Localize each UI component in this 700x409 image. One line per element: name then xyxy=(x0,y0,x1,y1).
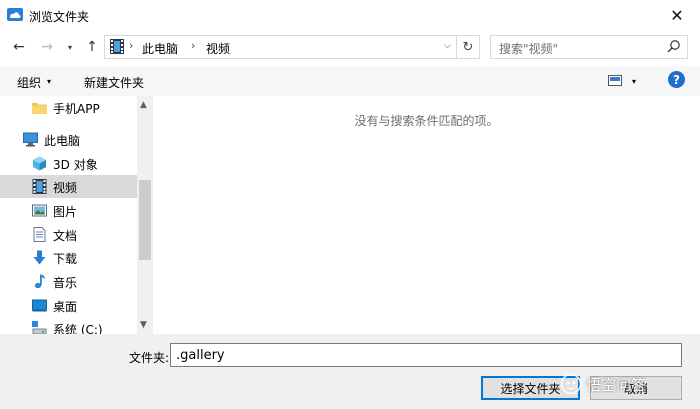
back-button[interactable]: ← xyxy=(10,37,28,57)
videos-icon xyxy=(110,39,124,54)
chevron-down-icon[interactable]: ▾ xyxy=(47,77,51,86)
app-icon xyxy=(7,8,23,21)
forward-button[interactable]: → xyxy=(38,37,56,57)
sidebar-item-label: 文档 xyxy=(53,229,78,243)
folder-icon xyxy=(32,103,47,114)
sidebar-item-videos[interactable]: 视频 xyxy=(0,175,137,198)
folder-content-area[interactable]: 没有与搜索条件匹配的项。 xyxy=(153,96,700,334)
watermark-text: 悟空问答 xyxy=(586,375,647,394)
search-input[interactable]: 搜索"视频" xyxy=(490,35,688,59)
refresh-icon: ↻ xyxy=(462,39,474,55)
up-arrow-icon: ↑ xyxy=(86,39,98,55)
sidebar-item-label: 3D 对象 xyxy=(53,158,98,172)
sidebar-item-3d-objects[interactable]: 3D 对象 xyxy=(0,152,137,175)
computer-icon xyxy=(23,132,38,147)
close-button[interactable]: ✕ xyxy=(662,4,692,26)
sidebar-item-label: 手机APP xyxy=(53,102,100,116)
close-icon: ✕ xyxy=(670,5,684,25)
navigation-pane[interactable]: 手机APP 此电脑 3D 对象 视频 图片 文档 下载 音乐 桌面 系统 (C:… xyxy=(0,96,153,334)
up-button[interactable]: ↑ xyxy=(84,37,100,57)
title-bar: 浏览文件夹 ✕ xyxy=(0,0,700,30)
breadcrumb-separator: › xyxy=(129,39,134,52)
drive-icon xyxy=(32,321,47,334)
sidebar-item-label: 下载 xyxy=(53,252,78,266)
empty-folder-message: 没有与搜索条件匹配的项。 xyxy=(354,114,499,128)
watermark: 悟空问答 xyxy=(560,372,694,396)
folder-field-label: 文件夹: xyxy=(129,351,170,365)
sidebar-item-music[interactable]: 音乐 xyxy=(0,270,137,293)
address-row: ← → ▾ ↑ › 此电脑 › 视频 ⌵ ↻ 搜索"视频" xyxy=(0,34,700,60)
documents-icon xyxy=(33,227,46,242)
wukong-logo-icon xyxy=(560,373,582,395)
refresh-button[interactable]: ↻ xyxy=(457,35,480,59)
view-options-icon[interactable] xyxy=(608,75,622,86)
desktop-icon xyxy=(32,299,47,312)
sidebar-item-label: 系统 (C:) xyxy=(53,323,103,334)
navigation-scrollbar[interactable]: ▲ ▼ xyxy=(137,96,153,334)
3d-objects-icon xyxy=(33,156,46,171)
address-dropdown-icon[interactable]: ⌵ xyxy=(444,41,451,51)
music-note-icon xyxy=(34,274,45,289)
chevron-down-icon: ▾ xyxy=(67,42,72,52)
new-folder-button[interactable]: 新建文件夹 xyxy=(84,74,144,91)
recent-locations-button[interactable]: ▾ xyxy=(64,37,76,57)
forward-arrow-icon: → xyxy=(41,39,53,55)
scrollbar-thumb[interactable] xyxy=(139,180,151,260)
search-icon[interactable] xyxy=(667,39,681,53)
sidebar-item-desktop[interactable]: 桌面 xyxy=(0,294,137,317)
download-arrow-icon xyxy=(33,250,46,265)
folder-name-input[interactable] xyxy=(170,343,682,367)
pictures-icon xyxy=(32,204,47,217)
scroll-down-icon[interactable]: ▼ xyxy=(140,320,147,330)
sidebar-item-system-drive[interactable]: 系统 (C:) xyxy=(0,317,137,334)
sidebar-item-pictures[interactable]: 图片 xyxy=(0,199,137,222)
command-toolbar: 组织 ▾ 新建文件夹 ▾ ? xyxy=(0,66,700,96)
search-placeholder: 搜索"视频" xyxy=(499,42,559,56)
organize-button[interactable]: 组织 xyxy=(17,74,41,91)
chevron-down-icon[interactable]: ▾ xyxy=(632,77,636,86)
sidebar-item-label: 此电脑 xyxy=(44,134,81,148)
sidebar-item-documents[interactable]: 文档 xyxy=(0,223,137,246)
sidebar-item-phone-app[interactable]: 手机APP xyxy=(0,96,137,119)
address-bar[interactable]: › 此电脑 › 视频 ⌵ xyxy=(104,35,457,59)
back-arrow-icon: ← xyxy=(13,39,25,55)
sidebar-item-label: 图片 xyxy=(53,205,78,219)
breadcrumb-this-pc[interactable]: 此电脑 xyxy=(142,40,178,57)
scroll-up-icon[interactable]: ▲ xyxy=(140,100,147,110)
sidebar-item-label: 音乐 xyxy=(53,276,78,290)
breadcrumb-videos[interactable]: 视频 xyxy=(206,40,230,57)
help-icon[interactable]: ? xyxy=(668,71,685,88)
window-title: 浏览文件夹 xyxy=(29,10,90,24)
videos-icon xyxy=(32,179,47,194)
sidebar-item-label: 视频 xyxy=(53,181,78,195)
sidebar-item-downloads[interactable]: 下载 xyxy=(0,246,137,269)
sidebar-item-this-pc[interactable]: 此电脑 xyxy=(0,128,137,151)
sidebar-item-label: 桌面 xyxy=(53,300,78,314)
breadcrumb-separator: › xyxy=(191,39,196,52)
